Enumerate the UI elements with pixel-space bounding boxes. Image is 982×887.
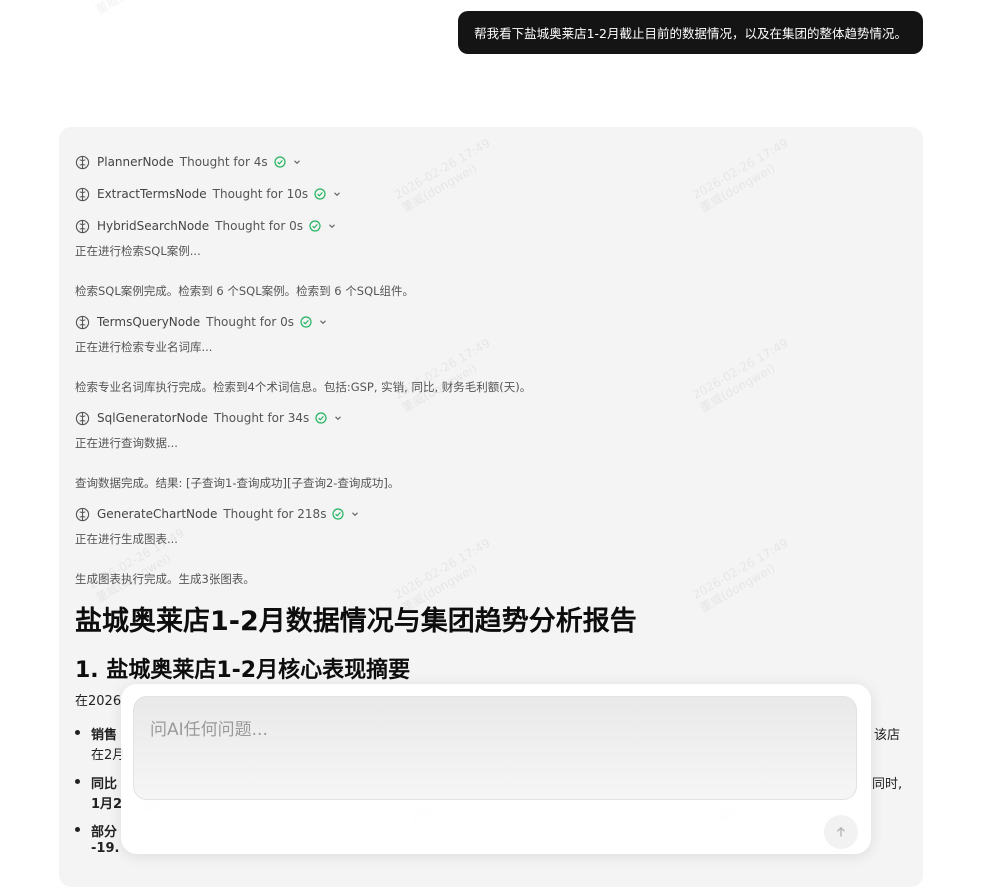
node-row-generate-chart[interactable]: GenerateChartNode Thought for 218s (75, 505, 360, 523)
status-terms-running: 正在进行检索专业名词库... (75, 340, 213, 354)
report-paragraph: 在2026 (75, 694, 122, 709)
chat-input-placeholder: 问AI任何问题... (150, 720, 268, 740)
brain-icon (75, 219, 90, 234)
node-duration: Thought for 10s (212, 187, 309, 201)
node-duration: Thought for 0s (206, 315, 294, 329)
brain-icon (75, 155, 90, 170)
node-duration: Thought for 0s (215, 219, 303, 233)
section-title: 1. 盐城奥莱店1-2月核心表现摘要 (75, 658, 411, 683)
text-fragment: 该店 (874, 728, 901, 743)
chevron-down-icon[interactable] (292, 157, 302, 167)
check-circle-icon (309, 220, 321, 232)
check-circle-icon (315, 412, 327, 424)
node-name: ExtractTermsNode (97, 187, 207, 201)
status-query-done: 查询数据完成。结果: [子查询1-查询成功][子查询2-查询成功]。 (75, 476, 400, 490)
node-row-planner[interactable]: PlannerNode Thought for 4s (75, 153, 302, 171)
chevron-down-icon[interactable] (332, 189, 342, 199)
check-circle-icon (300, 316, 312, 328)
chevron-down-icon[interactable] (350, 509, 360, 519)
bullet-heading: 同比 (91, 777, 118, 792)
chevron-down-icon[interactable] (333, 413, 343, 423)
status-chart-done: 生成图表执行完成。生成3张图表。 (75, 572, 255, 586)
node-duration: Thought for 34s (213, 411, 310, 425)
node-name: HybridSearchNode (97, 219, 210, 233)
text-fragment: 同时, (872, 777, 903, 792)
node-duration: Thought for 4s (179, 155, 268, 169)
chat-input[interactable]: 问AI任何问题... (133, 696, 857, 800)
chat-composer: 问AI任何问题... (121, 684, 871, 854)
bullet-dot (75, 730, 80, 735)
bullet-text: -19. (91, 841, 120, 856)
chevron-down-icon[interactable] (318, 317, 328, 327)
brain-icon (75, 411, 90, 426)
bullet-heading: 部分 (91, 825, 118, 840)
user-message-text: 帮我看下盐城奥莱店1-2月截止目前的数据情况，以及在集团的整体趋势情况。 (474, 26, 907, 41)
status-terms-done: 检索专业名词库执行完成。检索到4个术词信息。包括:GSP, 实销, 同比, 财务… (75, 380, 532, 394)
user-message-bubble: 帮我看下盐城奥莱店1-2月截止目前的数据情况，以及在集团的整体趋势情况。 (458, 11, 923, 54)
check-circle-icon (332, 508, 345, 520)
node-name: PlannerNode (97, 155, 174, 169)
node-duration: Thought for 218s (223, 507, 327, 521)
status-query-running: 正在进行查询数据... (75, 436, 178, 450)
bullet-dot (75, 779, 80, 784)
node-row-hybrid-search[interactable]: HybridSearchNode Thought for 0s (75, 217, 337, 235)
node-row-extract-terms[interactable]: ExtractTermsNode Thought for 10s (75, 185, 342, 203)
brain-icon (75, 315, 90, 330)
check-circle-icon (314, 188, 326, 200)
node-name: SqlGeneratorNode (97, 411, 208, 425)
send-button[interactable] (824, 815, 858, 849)
status-sql-search-done: 检索SQL案例完成。检索到 6 个SQL案例。检索到 6 个SQL组件。 (75, 284, 415, 298)
bullet-text: 1月2 (91, 797, 123, 812)
node-row-terms-query[interactable]: TermsQueryNode Thought for 0s (75, 313, 328, 331)
node-name: TermsQueryNode (97, 315, 201, 329)
report-title: 盐城奥莱店1-2月数据情况与集团趋势分析报告 (75, 606, 637, 637)
node-name: GenerateChartNode (97, 507, 218, 521)
brain-icon (75, 187, 90, 202)
bullet-dot (75, 827, 80, 832)
watermark: 2026-02-26 17:49董威(dongwei) (86, 0, 195, 18)
bullet-heading: 销售 (91, 728, 118, 743)
check-circle-icon (274, 156, 286, 168)
node-row-sql-generator[interactable]: SqlGeneratorNode Thought for 34s (75, 409, 343, 427)
brain-icon (75, 507, 90, 522)
arrow-up-icon (834, 825, 848, 839)
status-chart-running: 正在进行生成图表... (75, 532, 178, 546)
chevron-down-icon[interactable] (327, 221, 337, 231)
status-sql-search-running: 正在进行检索SQL案例... (75, 244, 201, 258)
